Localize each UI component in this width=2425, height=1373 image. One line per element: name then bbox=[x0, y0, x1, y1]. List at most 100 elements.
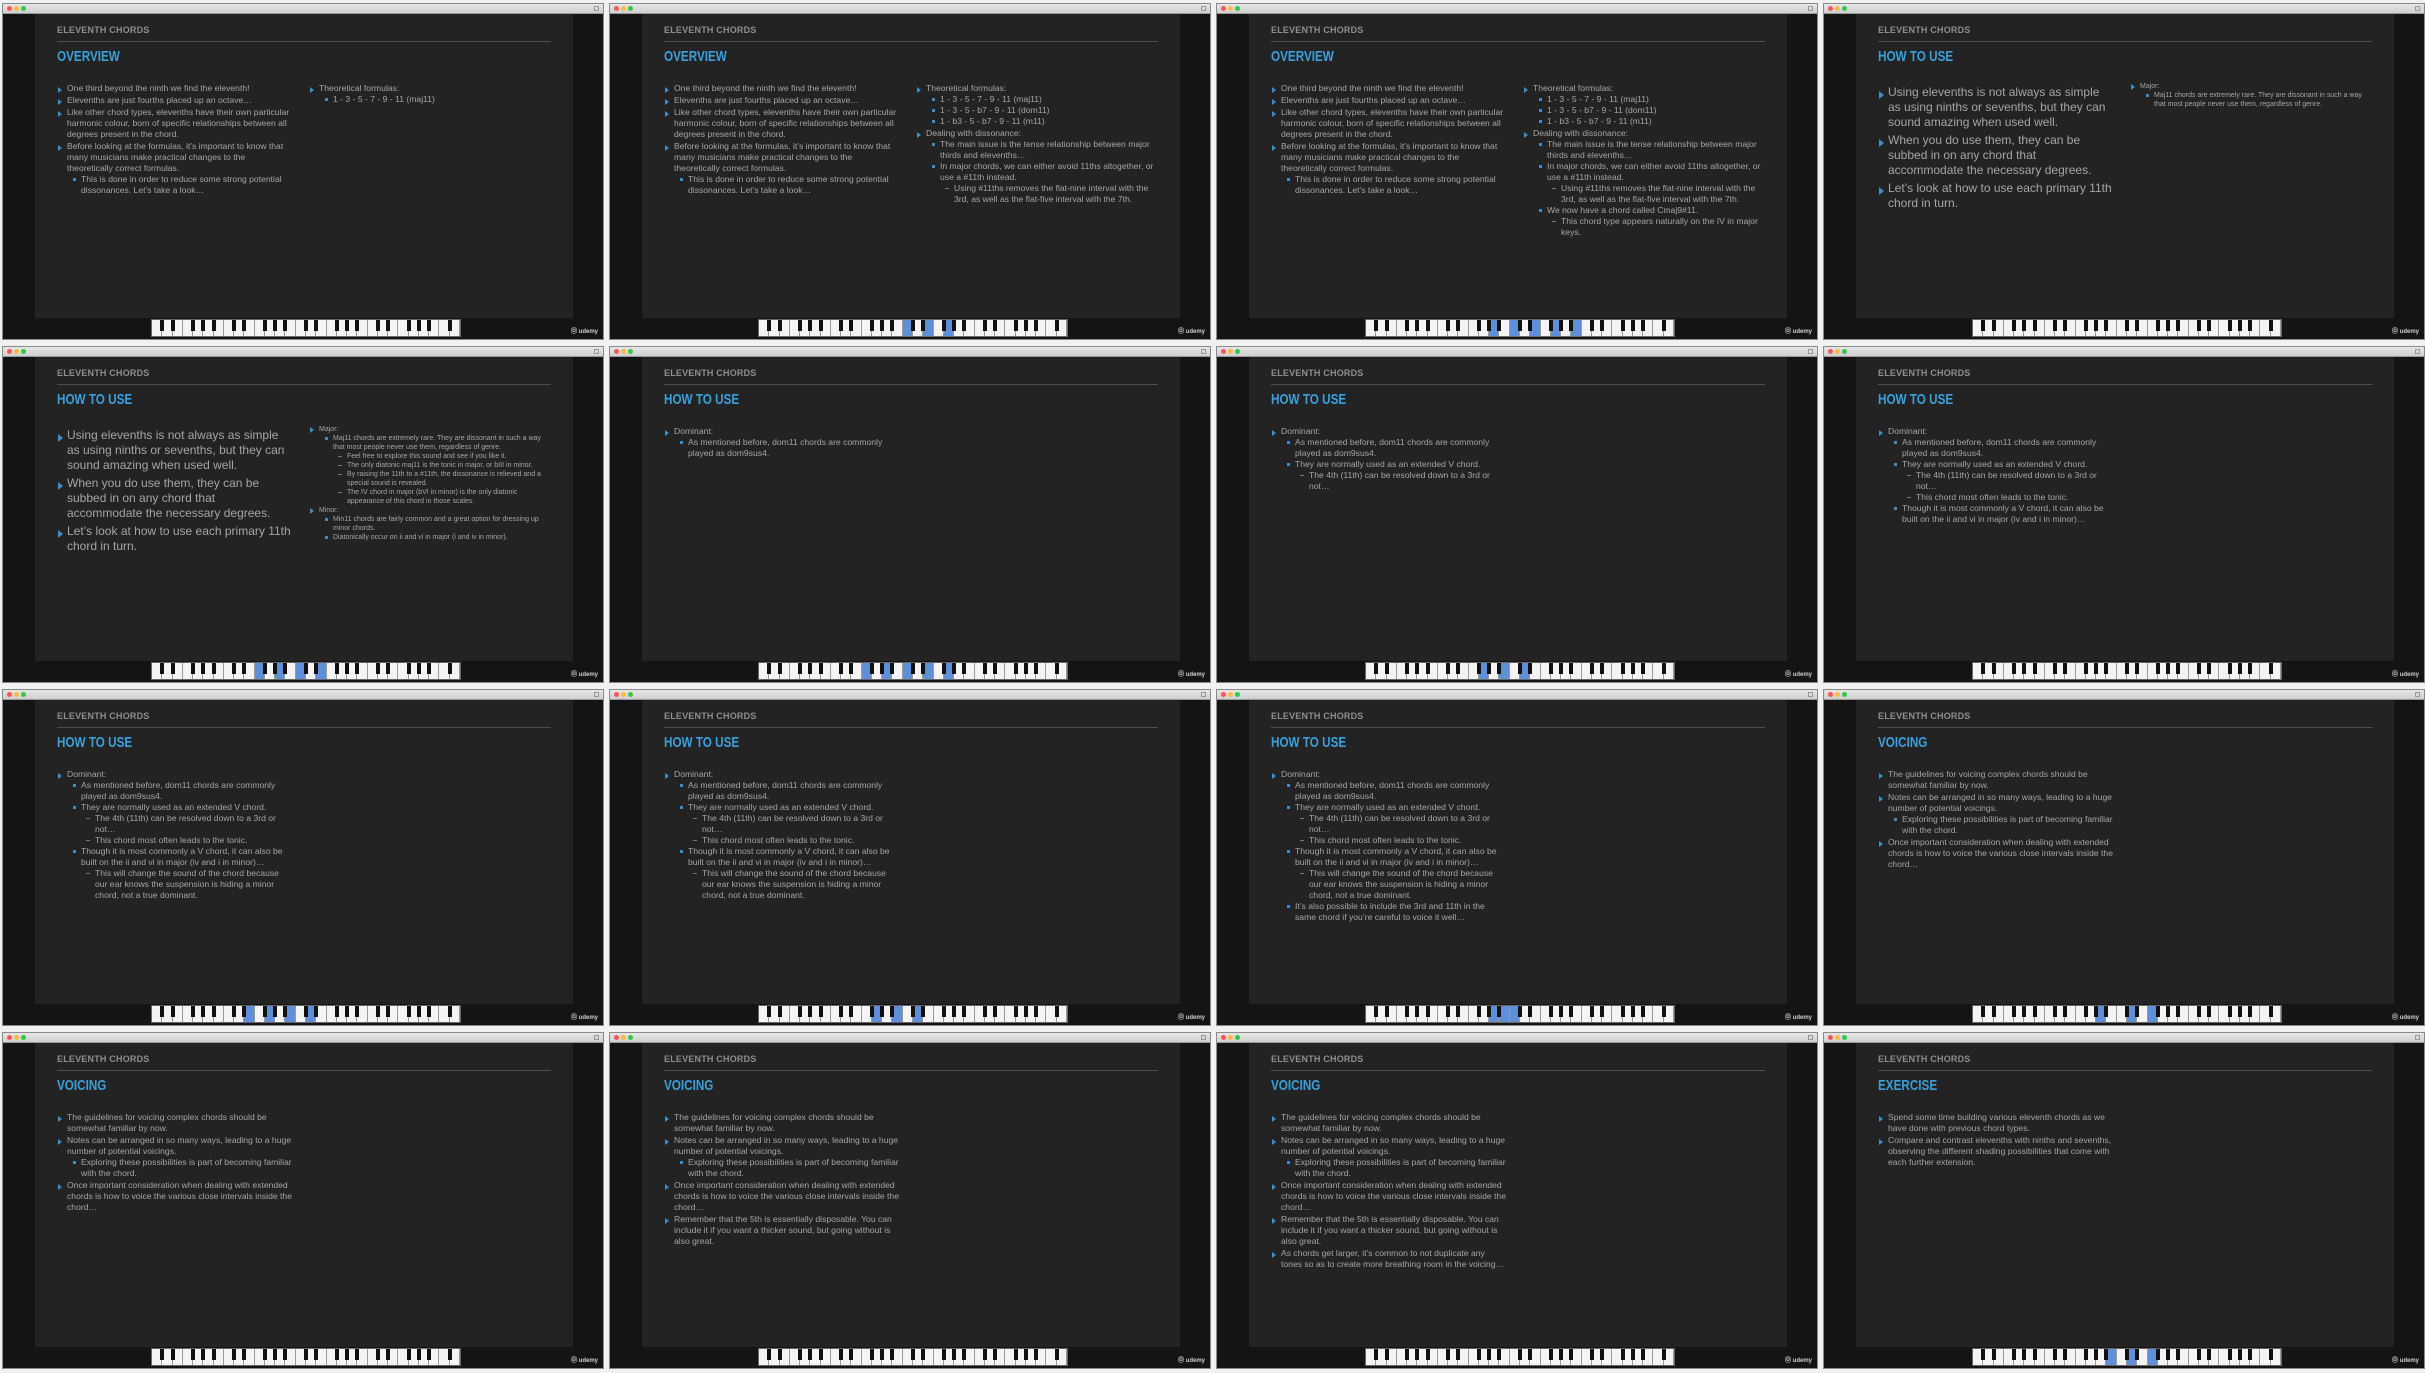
piano-black-key[interactable] bbox=[416, 1006, 421, 1017]
piano-black-key[interactable] bbox=[386, 663, 391, 674]
piano-black-key[interactable] bbox=[1374, 1349, 1379, 1360]
piano-black-key[interactable] bbox=[1405, 1006, 1410, 1017]
piano-black-key[interactable] bbox=[447, 1006, 452, 1017]
piano-black-key[interactable] bbox=[262, 1349, 267, 1360]
piano-black-key[interactable] bbox=[941, 663, 946, 674]
piano-black-key[interactable] bbox=[427, 320, 432, 331]
piano-black-key[interactable] bbox=[982, 1006, 987, 1017]
piano-black-key[interactable] bbox=[993, 1006, 998, 1017]
fullscreen-icon[interactable] bbox=[2415, 6, 2420, 11]
piano-black-key[interactable] bbox=[1013, 320, 1018, 331]
close-window-button[interactable] bbox=[1221, 692, 1226, 697]
piano-black-key[interactable] bbox=[1620, 320, 1625, 331]
minimize-window-button[interactable] bbox=[14, 6, 19, 11]
piano-black-key[interactable] bbox=[262, 1006, 267, 1017]
piano-black-key[interactable] bbox=[1446, 320, 1451, 331]
piano-black-key[interactable] bbox=[160, 1006, 165, 1017]
piano-black-key[interactable] bbox=[1456, 320, 1461, 331]
fullscreen-icon[interactable] bbox=[594, 349, 599, 354]
piano-black-key[interactable] bbox=[283, 1006, 288, 1017]
close-window-button[interactable] bbox=[7, 349, 12, 354]
piano-black-key[interactable] bbox=[2268, 663, 2273, 674]
piano-black-key[interactable] bbox=[304, 663, 308, 674]
piano-black-key[interactable] bbox=[386, 1349, 391, 1360]
piano-black-key[interactable] bbox=[767, 1349, 772, 1360]
piano-black-key[interactable] bbox=[2166, 663, 2171, 674]
piano-black-key[interactable] bbox=[1981, 1349, 1986, 1360]
piano-black-key[interactable] bbox=[2207, 663, 2212, 674]
piano-black-key[interactable] bbox=[1981, 1006, 1986, 1017]
minimize-window-button[interactable] bbox=[621, 1035, 626, 1040]
close-window-button[interactable] bbox=[1221, 6, 1226, 11]
piano-black-key[interactable] bbox=[1661, 1349, 1666, 1360]
piano-black-key[interactable] bbox=[1446, 1349, 1451, 1360]
piano-black-key[interactable] bbox=[211, 1006, 216, 1017]
piano-black-key[interactable] bbox=[921, 1349, 926, 1360]
piano-black-key[interactable] bbox=[1054, 1006, 1059, 1017]
piano-black-key[interactable] bbox=[808, 320, 813, 331]
piano-keyboard[interactable] bbox=[1972, 319, 2282, 337]
minimize-window-button[interactable] bbox=[1835, 6, 1840, 11]
piano-black-key[interactable] bbox=[1456, 1349, 1461, 1360]
piano-black-key[interactable] bbox=[1620, 1006, 1625, 1017]
piano-black-key[interactable] bbox=[2012, 320, 2017, 331]
minimize-window-button[interactable] bbox=[1228, 1035, 1233, 1040]
piano-black-key[interactable] bbox=[1559, 1349, 1564, 1360]
piano-black-key[interactable] bbox=[427, 663, 432, 674]
piano-black-key[interactable] bbox=[1569, 1349, 1574, 1360]
zoom-window-button[interactable] bbox=[21, 349, 26, 354]
piano-black-key[interactable] bbox=[2227, 1006, 2232, 1017]
piano-black-key[interactable] bbox=[1548, 320, 1553, 331]
piano-black-key[interactable] bbox=[386, 1006, 391, 1017]
piano-black-key[interactable] bbox=[2268, 1349, 2273, 1360]
piano-black-key[interactable] bbox=[777, 1349, 782, 1360]
piano-black-key[interactable] bbox=[880, 663, 885, 674]
minimize-window-button[interactable] bbox=[1835, 1035, 1840, 1040]
piano-black-key[interactable] bbox=[839, 320, 844, 331]
piano-black-key[interactable] bbox=[869, 320, 874, 331]
piano-black-key[interactable] bbox=[2248, 1349, 2253, 1360]
piano-black-key[interactable] bbox=[1518, 1006, 1522, 1017]
piano-black-key[interactable] bbox=[2053, 320, 2058, 331]
fullscreen-icon[interactable] bbox=[1201, 692, 1206, 697]
piano-black-key[interactable] bbox=[283, 663, 288, 674]
piano-black-key[interactable] bbox=[1559, 320, 1564, 331]
piano-black-key[interactable] bbox=[1456, 1006, 1461, 1017]
piano-black-key[interactable] bbox=[1497, 1006, 1502, 1017]
piano-keyboard[interactable] bbox=[758, 1348, 1068, 1366]
piano-black-key[interactable] bbox=[2125, 1006, 2129, 1017]
piano-black-key[interactable] bbox=[1630, 1006, 1635, 1017]
zoom-window-button[interactable] bbox=[1842, 6, 1847, 11]
piano-black-key[interactable] bbox=[1559, 663, 1564, 674]
piano-black-key[interactable] bbox=[818, 1349, 823, 1360]
piano-black-key[interactable] bbox=[345, 1006, 350, 1017]
piano-black-key[interactable] bbox=[2063, 320, 2068, 331]
piano-black-key[interactable] bbox=[304, 1349, 308, 1360]
piano-black-key[interactable] bbox=[2135, 663, 2140, 674]
piano-black-key[interactable] bbox=[232, 320, 237, 331]
piano-black-key[interactable] bbox=[2125, 320, 2129, 331]
piano-black-key[interactable] bbox=[2125, 1349, 2129, 1360]
piano-black-key[interactable] bbox=[160, 663, 165, 674]
piano-black-key[interactable] bbox=[1528, 663, 1533, 674]
piano-black-key[interactable] bbox=[1023, 1349, 1028, 1360]
piano-black-key[interactable] bbox=[2166, 320, 2171, 331]
piano-black-key[interactable] bbox=[2227, 1349, 2232, 1360]
piano-black-key[interactable] bbox=[982, 320, 987, 331]
piano-keyboard[interactable] bbox=[1365, 662, 1675, 680]
piano-black-key[interactable] bbox=[406, 320, 411, 331]
piano-black-key[interactable] bbox=[890, 320, 895, 331]
piano-black-key[interactable] bbox=[982, 1349, 987, 1360]
piano-black-key[interactable] bbox=[1456, 663, 1461, 674]
fullscreen-icon[interactable] bbox=[594, 1035, 599, 1040]
piano-black-key[interactable] bbox=[2094, 1006, 2099, 1017]
close-window-button[interactable] bbox=[1221, 1035, 1226, 1040]
piano-black-key[interactable] bbox=[2227, 663, 2232, 674]
piano-black-key[interactable] bbox=[941, 320, 946, 331]
zoom-window-button[interactable] bbox=[628, 692, 633, 697]
piano-black-key[interactable] bbox=[2053, 1006, 2058, 1017]
piano-black-key[interactable] bbox=[416, 320, 421, 331]
piano-black-key[interactable] bbox=[1384, 663, 1389, 674]
fullscreen-icon[interactable] bbox=[1808, 692, 1813, 697]
piano-black-key[interactable] bbox=[2248, 320, 2253, 331]
